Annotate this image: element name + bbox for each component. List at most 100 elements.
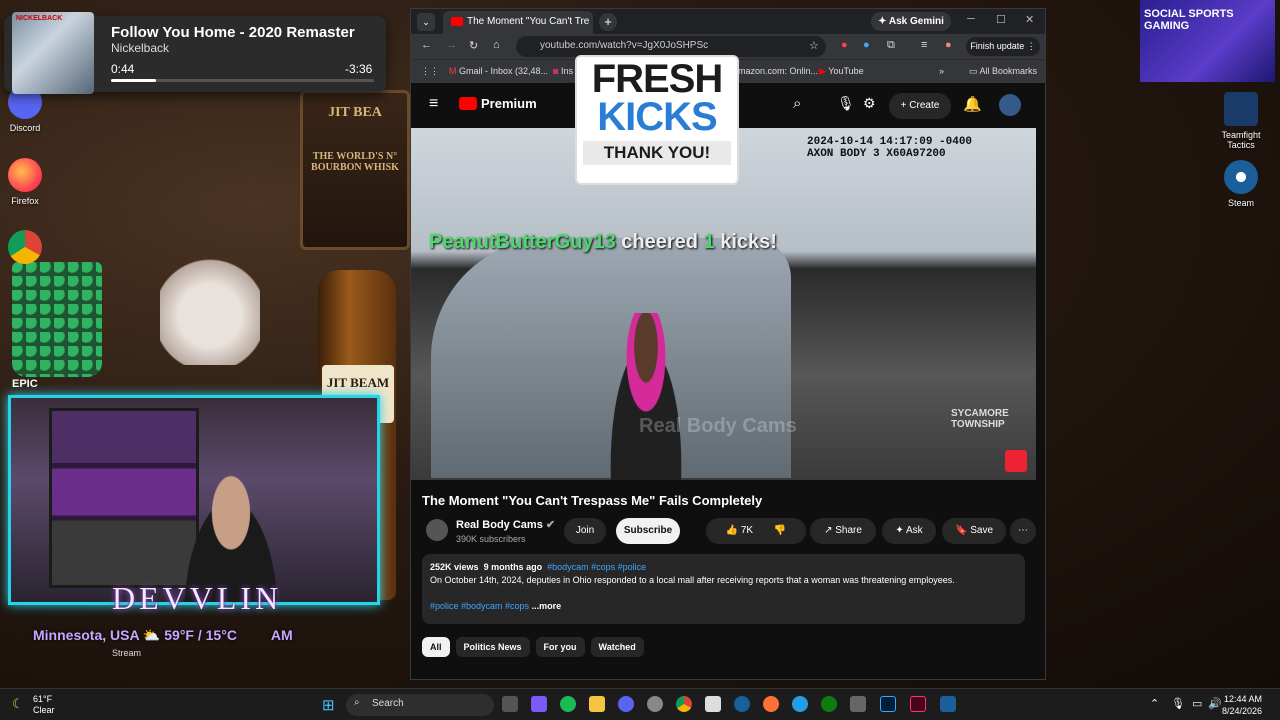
notifications-bell-icon[interactable]: 🔔 [963, 95, 982, 113]
extensions-puzzle-icon[interactable]: ⧉ [887, 39, 895, 52]
bookmark-amazon[interactable]: amazon.com: Onlin... [733, 66, 818, 76]
tab-youtube[interactable]: The Moment "You Can't Tre ✕ [443, 11, 593, 34]
steam-active-icon[interactable] [940, 696, 956, 712]
microphone-icon[interactable]: 🎙 [837, 95, 855, 112]
create-button[interactable]: + Create [889, 93, 951, 119]
new-tab-button[interactable]: + [599, 13, 617, 31]
track-artist: Nickelback [111, 41, 170, 55]
desktop-icon-firefox[interactable]: Firefox [0, 158, 55, 206]
taskbar-clock[interactable]: 12:44 AM 8/24/2026 [1222, 693, 1262, 717]
home-icon[interactable]: ⌂ [493, 39, 500, 51]
tray-overflow-icon[interactable]: ⌃ [1150, 697, 1159, 710]
all-bookmarks-button[interactable]: ▭ All Bookmarks [969, 66, 1037, 77]
indesign-icon[interactable] [910, 696, 926, 712]
file-explorer-icon[interactable] [589, 696, 605, 712]
taskbar-condition: Clear [33, 705, 55, 715]
taskbar-search[interactable]: ⌕ Search [346, 694, 494, 716]
bookmark-youtube[interactable]: ▶ YouTube [819, 66, 864, 77]
channel-avatar[interactable] [426, 519, 448, 541]
network-icon[interactable]: ▭ [1192, 697, 1202, 710]
desktop-icon-teamfight-tactics[interactable]: Teamfight Tactics [1211, 92, 1271, 150]
desktop-icon-chrome[interactable] [0, 230, 55, 268]
more-actions-icon[interactable]: ⋯ [1010, 518, 1036, 544]
youtube-favicon-icon [451, 17, 463, 26]
account-avatar[interactable] [999, 94, 1021, 116]
microphone-tray-icon[interactable]: 🎙 [1171, 697, 1185, 710]
show-more-button[interactable]: ...more [532, 601, 562, 611]
extension-icon[interactable]: ● [841, 39, 848, 51]
volume-icon[interactable]: 🔊 [1208, 697, 1222, 710]
chip-for-you[interactable]: For you [535, 637, 585, 657]
forward-icon[interactable]: → [446, 39, 457, 51]
video-description[interactable]: 252K views 9 months ago #bodycam #cops #… [422, 554, 1025, 624]
description-footer: #police #bodycam #cops ...more [430, 600, 1017, 613]
github-icon[interactable] [647, 696, 663, 712]
share-button[interactable]: ↗ Share [810, 518, 876, 544]
tab-search-button[interactable]: ⌄ [417, 13, 435, 31]
shamrock-mug [12, 262, 102, 377]
like-button[interactable]: 👍 7K [726, 525, 753, 536]
channel-name[interactable]: Real Body Cams ✔ [456, 518, 555, 531]
description-text: On October 14th, 2024, deputies in Ohio … [430, 575, 955, 585]
ask-gemini-button[interactable]: ✦ Ask Gemini [871, 12, 951, 31]
photoshop-icon[interactable] [880, 696, 896, 712]
ask-button[interactable]: ✦ Ask [882, 518, 936, 544]
dislike-icon[interactable]: 👎 [774, 525, 786, 536]
steam-taskbar-icon[interactable] [734, 696, 750, 712]
taskbar-search-placeholder: Search [372, 698, 404, 709]
copilot-icon[interactable] [531, 696, 547, 712]
join-button[interactable]: Join [564, 518, 606, 544]
menu-icon[interactable]: ≡ [429, 95, 438, 113]
chip-watched[interactable]: Watched [590, 637, 644, 657]
close-window-icon[interactable]: ✕ [1025, 13, 1034, 26]
address-bar[interactable]: youtube.com/watch?v=JgX0JoSHPSc [516, 36, 826, 57]
fresh-kicks-alert: FRESH KICKS THANK YOU! [575, 55, 739, 185]
maximize-icon[interactable]: ☐ [996, 13, 1006, 26]
teamfight-tactics-icon [1224, 92, 1258, 126]
chrome-taskbar-icon[interactable] [676, 696, 692, 712]
subscribe-watermark-icon[interactable] [1005, 450, 1027, 472]
spotify-icon[interactable] [560, 696, 576, 712]
reload-icon[interactable]: ↻ [469, 39, 478, 52]
snipping-tool-icon[interactable] [850, 696, 866, 712]
fresh-kicks-line1: FRESH [591, 57, 724, 101]
media-player-overlay[interactable]: NICKELBACK Follow You Home - 2020 Remast… [4, 12, 386, 94]
description-tags[interactable]: #bodycam #cops #police [547, 562, 646, 572]
edge-icon[interactable] [792, 696, 808, 712]
bookmark-instagram[interactable]: ◙ Ins [553, 66, 573, 76]
view-count: 252K views [430, 562, 479, 572]
desktop-icon-steam[interactable]: Steam [1211, 160, 1271, 208]
subscribe-button[interactable]: Subscribe [616, 518, 680, 544]
track-title: Follow You Home - 2020 Remaster [111, 24, 355, 41]
save-label: Save [970, 525, 994, 536]
bookmark-star-icon[interactable]: ☆ [809, 39, 819, 52]
discord-taskbar-icon[interactable] [618, 696, 634, 712]
bookmark-gmail[interactable]: M Gmail - Inbox (32,48... [449, 66, 548, 76]
chip-all[interactable]: All [422, 637, 450, 657]
bookmarks-overflow-icon[interactable]: » [939, 66, 944, 76]
chip-politics-news[interactable]: Politics News [455, 637, 530, 657]
profile-icon[interactable]: ● [945, 39, 952, 51]
youtube-logo[interactable]: Premium [459, 96, 537, 111]
firefox-taskbar-icon[interactable] [763, 696, 779, 712]
create-label: Create [909, 100, 940, 111]
reading-list-icon[interactable]: ≡ [921, 39, 927, 51]
windows-start-icon[interactable]: ⊞ [322, 696, 335, 714]
store-icon[interactable] [705, 696, 721, 712]
taskbar-weather[interactable]: 61°F Clear [33, 694, 55, 716]
task-view-icon[interactable] [502, 696, 518, 712]
apps-grid-icon[interactable]: ⋮⋮ [421, 66, 439, 77]
hashtag-links[interactable]: #police #bodycam #cops [430, 601, 529, 611]
back-icon[interactable]: ← [421, 39, 432, 51]
save-button[interactable]: 🔖 Save [942, 518, 1006, 544]
minimize-icon[interactable]: ─ [967, 13, 975, 25]
finish-update-button[interactable]: Finish update ⋮ [966, 37, 1040, 56]
xbox-icon[interactable] [821, 696, 837, 712]
cast-icon[interactable]: ⚙ [863, 95, 876, 112]
streamer-name: DEVVLIN [112, 580, 283, 616]
weather-time: AM [270, 627, 293, 643]
recommendation-chips: All Politics News For you Watched [422, 637, 650, 657]
extension-icon[interactable]: ● [863, 39, 870, 51]
track-progress-bar[interactable] [111, 79, 374, 82]
search-icon[interactable]: ⌕ [793, 95, 801, 112]
